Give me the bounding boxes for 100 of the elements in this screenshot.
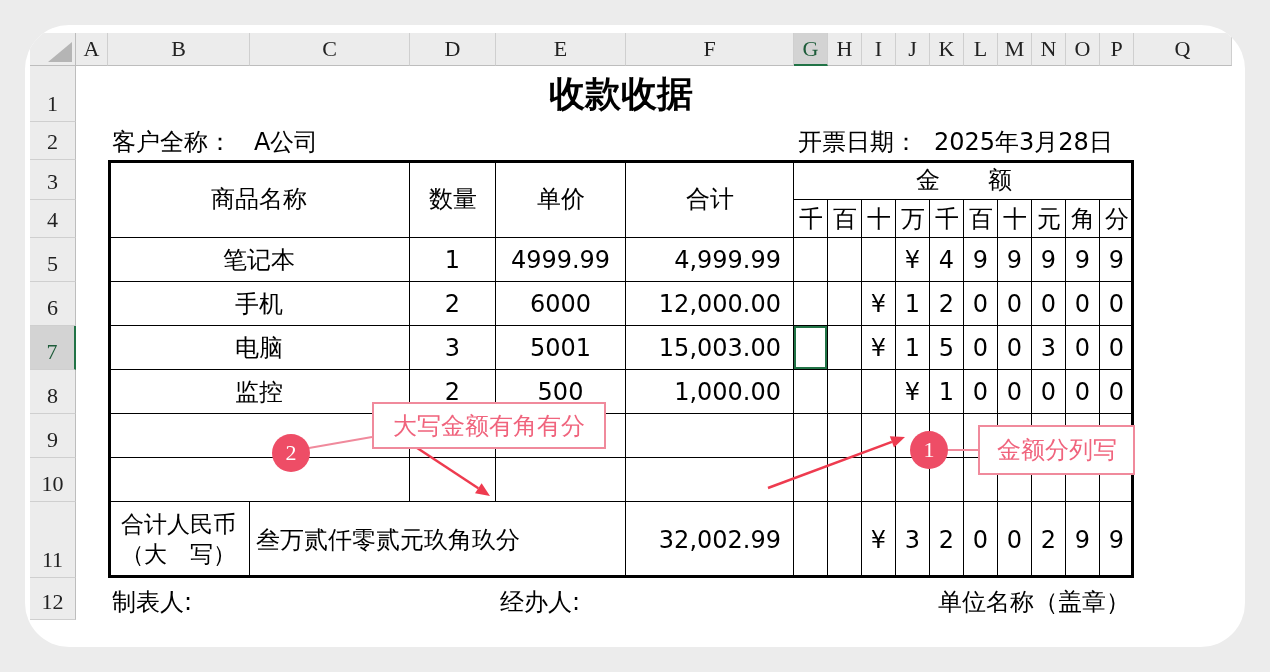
table-cell: ¥ bbox=[862, 282, 896, 326]
row-header[interactable]: 5 bbox=[30, 238, 76, 282]
table-cell: 0 bbox=[1066, 370, 1100, 414]
table-cell: 0 bbox=[998, 326, 1032, 370]
row-header[interactable]: 11 bbox=[30, 502, 76, 578]
column-header[interactable]: F bbox=[626, 33, 794, 66]
column-header[interactable]: C bbox=[250, 33, 410, 66]
receipt-title: 收款收据 bbox=[548, 71, 694, 116]
customer-label: 客户全称： bbox=[111, 127, 233, 158]
table-cell: 0 bbox=[998, 282, 1032, 326]
table-cell bbox=[862, 370, 896, 414]
table-cell: 9 bbox=[1100, 502, 1134, 578]
table-cell: 15,003.00 bbox=[626, 326, 794, 370]
table-cell: 0 bbox=[964, 502, 998, 578]
table-cell: 0 bbox=[964, 282, 998, 326]
row-header[interactable]: 10 bbox=[30, 458, 76, 502]
selected-cell[interactable] bbox=[794, 326, 828, 370]
table-cell: 0 bbox=[1100, 370, 1134, 414]
header-cell: 角 bbox=[1066, 200, 1100, 238]
header-cell: 单价 bbox=[496, 160, 626, 238]
table-cell: 1 bbox=[896, 282, 930, 326]
column-header[interactable]: P bbox=[1100, 33, 1134, 66]
header-cell: 百 bbox=[964, 200, 998, 238]
column-header[interactable]: G bbox=[794, 33, 828, 66]
header-cell: 元 bbox=[1032, 200, 1066, 238]
header-cell: 十 bbox=[998, 200, 1032, 238]
table-cell: 0 bbox=[1100, 326, 1134, 370]
table-cell: 1,000.00 bbox=[626, 370, 794, 414]
row-header[interactable]: 8 bbox=[30, 370, 76, 414]
table-cell: 9 bbox=[1066, 238, 1100, 282]
table-cell: 手机 bbox=[108, 282, 410, 326]
table-cell bbox=[862, 238, 896, 282]
header-cell: 千 bbox=[930, 200, 964, 238]
table-cell: 32,002.99 bbox=[626, 502, 794, 578]
row-header[interactable]: 6 bbox=[30, 282, 76, 326]
header-cell: 分 bbox=[1100, 200, 1134, 238]
column-header[interactable]: I bbox=[862, 33, 896, 66]
table-cell: 0 bbox=[1066, 326, 1100, 370]
callout-note: 金额分列写 bbox=[978, 425, 1135, 475]
table-cell bbox=[828, 414, 862, 458]
leader-line bbox=[946, 449, 979, 451]
table-cell: ¥ bbox=[862, 326, 896, 370]
column-header[interactable]: O bbox=[1066, 33, 1100, 66]
table-cell: 0 bbox=[1100, 282, 1134, 326]
table-cell: 9 bbox=[1100, 238, 1134, 282]
table-cell bbox=[828, 326, 862, 370]
table-cell: 12,000.00 bbox=[626, 282, 794, 326]
column-header[interactable]: H bbox=[828, 33, 862, 66]
table-cell: 9 bbox=[1066, 502, 1100, 578]
table-cell: 4,999.99 bbox=[626, 238, 794, 282]
header-cell: 合计 bbox=[626, 160, 794, 238]
table-cell: 0 bbox=[964, 326, 998, 370]
row-header[interactable]: 3 bbox=[30, 160, 76, 200]
column-header[interactable]: K bbox=[930, 33, 964, 66]
row-header[interactable]: 9 bbox=[30, 414, 76, 458]
table-cell bbox=[828, 238, 862, 282]
table-cell bbox=[794, 282, 828, 326]
table-cell: 合计人民币 （大 写） bbox=[108, 502, 250, 578]
header-cell: 金 额 bbox=[794, 160, 1134, 200]
table-cell: 9 bbox=[998, 238, 1032, 282]
row-header[interactable]: 7 bbox=[30, 326, 76, 370]
table-cell: 0 bbox=[998, 502, 1032, 578]
table-cell: 1 bbox=[410, 238, 496, 282]
table-cell: 0 bbox=[998, 370, 1032, 414]
table-cell: 1 bbox=[930, 370, 964, 414]
table-cell: 9 bbox=[964, 238, 998, 282]
callout-note: 大写金额有角有分 bbox=[372, 402, 606, 449]
column-header[interactable]: L bbox=[964, 33, 998, 66]
row-header[interactable]: 4 bbox=[30, 200, 76, 238]
table-cell: 3 bbox=[1032, 326, 1066, 370]
table-cell bbox=[828, 282, 862, 326]
header-cell: 万 bbox=[896, 200, 930, 238]
column-header[interactable]: E bbox=[496, 33, 626, 66]
row-header[interactable]: 2 bbox=[30, 122, 76, 160]
table-cell: 0 bbox=[1032, 370, 1066, 414]
column-header[interactable]: M bbox=[998, 33, 1032, 66]
table-cell bbox=[794, 414, 828, 458]
table-cell: 1 bbox=[896, 326, 930, 370]
table-cell: 6000 bbox=[496, 282, 626, 326]
table-cell: 笔记本 bbox=[108, 238, 410, 282]
row-header[interactable]: 1 bbox=[30, 66, 76, 122]
table-cell bbox=[828, 458, 862, 502]
table-cell: 叁万贰仟零贰元玖角玖分 bbox=[250, 502, 626, 578]
column-header[interactable]: A bbox=[76, 33, 108, 66]
table-cell: ¥ bbox=[862, 502, 896, 578]
row-header[interactable]: 12 bbox=[30, 578, 76, 620]
table-cell: 5 bbox=[930, 326, 964, 370]
column-header[interactable]: J bbox=[896, 33, 930, 66]
column-header[interactable]: D bbox=[410, 33, 496, 66]
column-header[interactable]: Q bbox=[1134, 33, 1232, 66]
table-cell: 9 bbox=[1032, 238, 1066, 282]
column-header[interactable]: B bbox=[108, 33, 250, 66]
table-cell bbox=[828, 370, 862, 414]
callout-number: 1 bbox=[910, 431, 948, 469]
header-cell: 商品名称 bbox=[108, 160, 410, 238]
column-header[interactable]: N bbox=[1032, 33, 1066, 66]
table-cell: 2 bbox=[410, 282, 496, 326]
header-cell: 千 bbox=[794, 200, 828, 238]
preparer-label: 制表人: bbox=[111, 587, 194, 618]
header-cell: 十 bbox=[862, 200, 896, 238]
